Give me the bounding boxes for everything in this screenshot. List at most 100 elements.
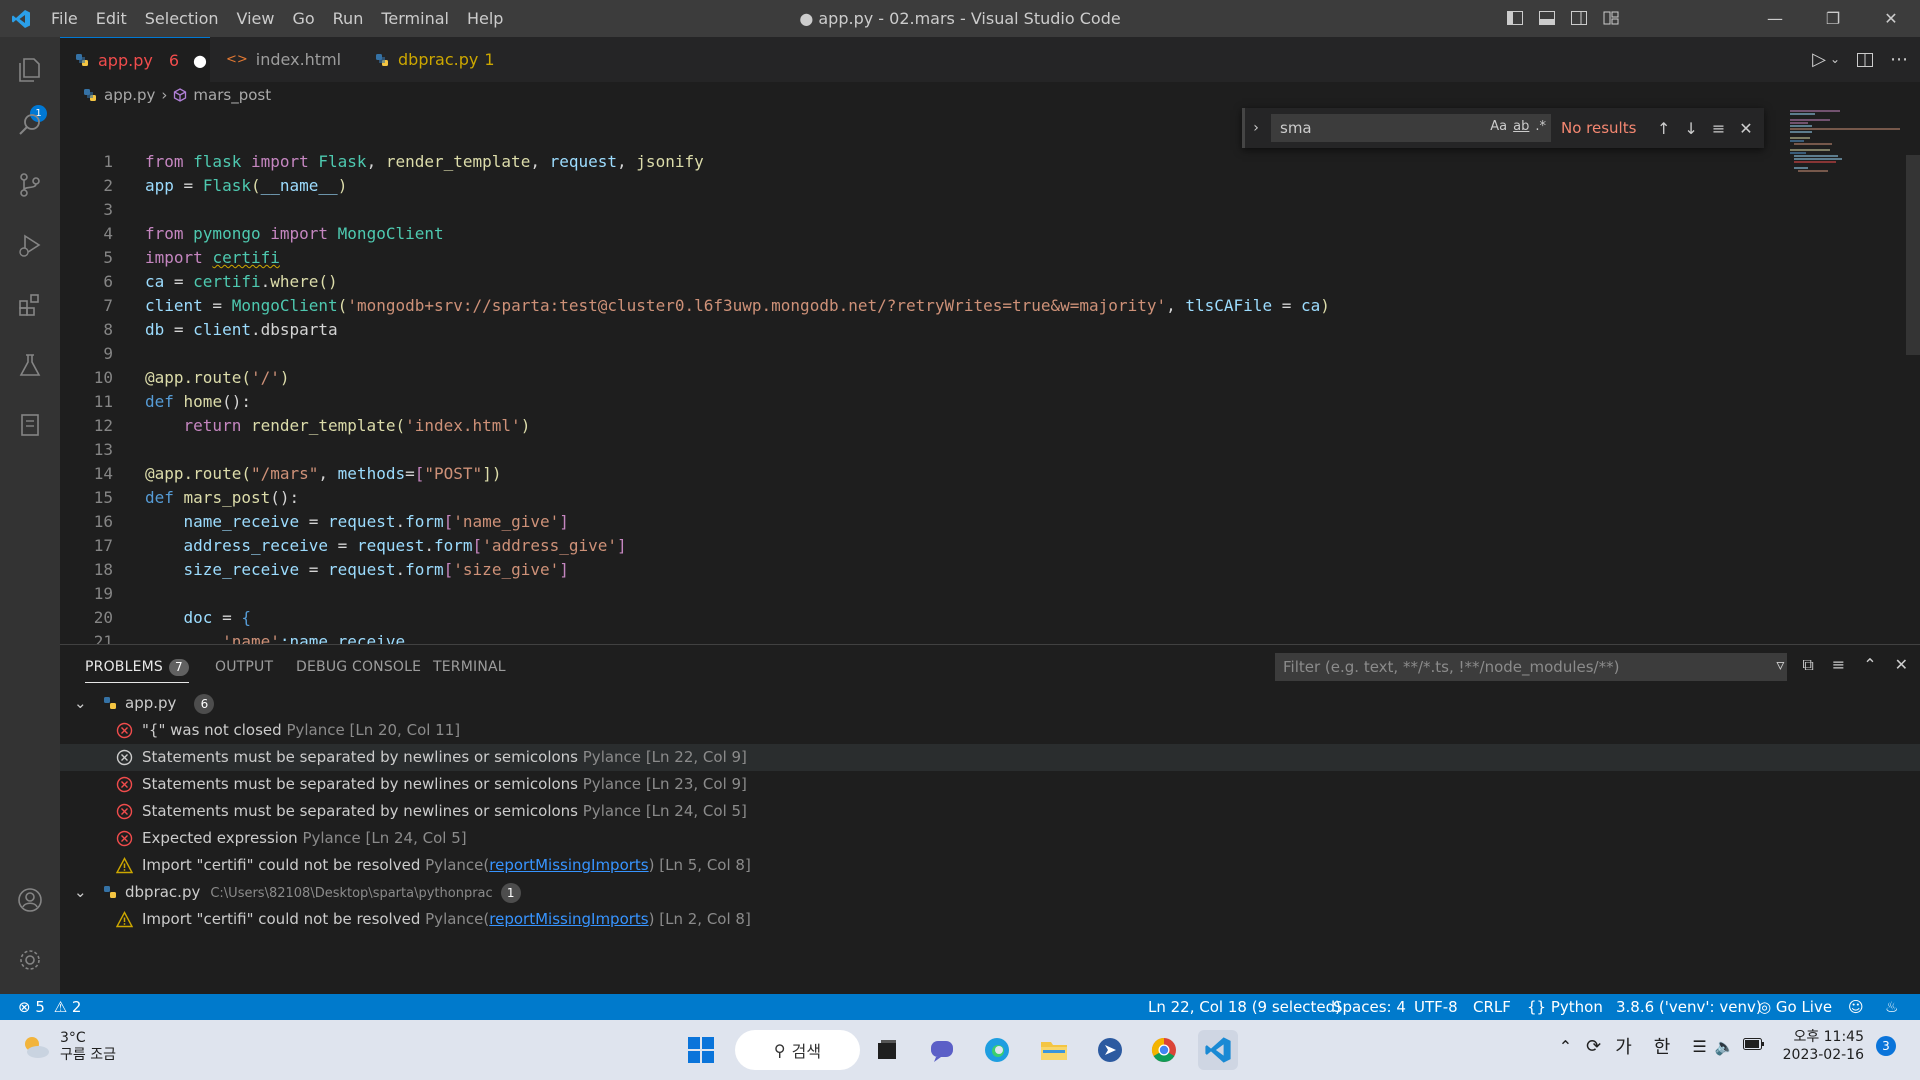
taskbar-search[interactable]: ⚲ 검색 — [735, 1030, 860, 1070]
find-query: sma — [1280, 119, 1312, 137]
python-interpreter[interactable]: 3.8.6 ('venv': venv) — [1616, 994, 1762, 1020]
menu-terminal[interactable]: Terminal — [372, 0, 458, 37]
editor-scrollbar[interactable] — [1906, 155, 1920, 355]
problem-row[interactable]: Statements must be separated by newlines… — [60, 771, 1920, 798]
tab-terminal[interactable]: TERMINAL — [433, 659, 506, 675]
collapse-all-icon[interactable]: ⧉ — [1802, 655, 1813, 675]
explorer-icon[interactable] — [12, 51, 48, 87]
volume-icon[interactable]: 🔈 — [1715, 1037, 1735, 1056]
run-debug-icon[interactable] — [12, 227, 48, 263]
menu-edit[interactable]: Edit — [87, 0, 136, 37]
windows-start-icon[interactable] — [681, 1030, 721, 1070]
match-case-icon[interactable]: Aa — [1490, 119, 1507, 134]
breadcrumb-symbol[interactable]: mars_post — [193, 86, 271, 104]
code-editor[interactable]: 1 from flask import Flask, render_templat… — [60, 108, 1920, 644]
accounts-icon[interactable] — [12, 882, 48, 918]
edge-browser-icon[interactable] — [977, 1030, 1017, 1070]
vscode-taskbar-icon[interactable] — [1198, 1030, 1238, 1070]
minimize-icon[interactable]: — — [1746, 0, 1804, 37]
broadcast-icon: ◎ — [1758, 998, 1772, 1016]
tab-problems[interactable]: PROBLEMS 7 — [85, 659, 189, 683]
settings-gear-icon[interactable] — [12, 942, 48, 978]
tab-index-html[interactable]: <> index.html — [210, 37, 360, 82]
menu-file[interactable]: File — [42, 0, 87, 37]
close-panel-icon[interactable]: ✕ — [1895, 655, 1908, 675]
previous-match-icon[interactable]: ↑ — [1657, 119, 1670, 138]
close-window-icon[interactable]: ✕ — [1862, 0, 1920, 37]
indentation[interactable]: Spaces: 4 — [1333, 994, 1406, 1020]
rule-link[interactable]: reportMissingImports — [489, 910, 648, 928]
ime-mode-indicator[interactable]: 한 — [1654, 1033, 1671, 1059]
close-find-icon[interactable]: ✕ — [1739, 119, 1752, 138]
teams-chat-icon[interactable] — [922, 1030, 962, 1070]
use-regex-icon[interactable]: .* — [1535, 119, 1546, 134]
maximize-panel-icon[interactable]: ⌃ — [1863, 655, 1876, 675]
testing-icon[interactable] — [12, 347, 48, 383]
menu-run[interactable]: Run — [324, 0, 373, 37]
show-hidden-icons-chevron-icon[interactable]: ⌃ — [1559, 1037, 1572, 1056]
restore-icon[interactable]: ❐ — [1804, 0, 1862, 37]
problems-filter-input[interactable]: Filter (e.g. text, **/*.ts, !**/node_mod… — [1275, 653, 1787, 681]
sync-icon[interactable]: ⟳ — [1586, 1036, 1601, 1057]
toggle-panel-icon[interactable] — [1538, 9, 1556, 27]
menu-selection[interactable]: Selection — [136, 0, 228, 37]
problem-group-app-py[interactable]: ⌄ app.py 6 — [60, 690, 1920, 717]
menu-go[interactable]: Go — [283, 0, 323, 37]
unsaved-dot-icon[interactable]: ● — [193, 51, 207, 70]
chevron-down-icon[interactable]: ⌄ — [1830, 52, 1840, 70]
cursor-position[interactable]: Ln 22, Col 18 (9 selected) — [1148, 994, 1341, 1020]
feedback-icon[interactable]: ☺ — [1848, 994, 1864, 1020]
error-icon — [116, 830, 133, 847]
more-actions-icon[interactable]: ⋯ — [1890, 49, 1908, 70]
wifi-icon[interactable]: ☰ — [1692, 1037, 1706, 1056]
weather-widget[interactable]: 3°C 구름 조금 — [20, 1030, 116, 1064]
problem-row[interactable]: Import "certifi" could not be resolved P… — [60, 906, 1920, 933]
task-view-icon[interactable] — [867, 1030, 907, 1070]
search-icon[interactable] — [12, 107, 48, 143]
filter-icon[interactable]: ▿ — [1776, 655, 1784, 675]
find-input[interactable]: sma Aa ab .* — [1271, 114, 1551, 142]
problems-status[interactable]: ⊗ 5 ⚠ 2 — [18, 994, 81, 1020]
toggle-primary-sidebar-icon[interactable] — [1506, 9, 1524, 27]
problem-row-selected[interactable]: Statements must be separated by newlines… — [60, 744, 1920, 771]
ime-korean-indicator[interactable]: 가 — [1615, 1033, 1632, 1059]
menu-view[interactable]: View — [228, 0, 284, 37]
rule-link[interactable]: reportMissingImports — [489, 856, 648, 874]
split-editor-icon[interactable] — [1856, 51, 1874, 69]
end-of-line[interactable]: CRLF — [1473, 994, 1511, 1020]
problem-row[interactable]: Expected expression Pylance [Ln 24, Col … — [60, 825, 1920, 852]
battery-icon[interactable] — [1742, 1038, 1765, 1054]
language-mode[interactable]: {} Python — [1527, 994, 1603, 1020]
extensions-icon[interactable] — [12, 287, 48, 323]
run-python-file-icon[interactable]: ▷ — [1812, 49, 1826, 70]
view-as-tree-icon[interactable]: ≡ — [1832, 655, 1845, 675]
problem-group-dbprac-py[interactable]: ⌄ dbprac.py C:\Users\82108\Desktop\sparta… — [60, 879, 1920, 906]
toggle-secondary-sidebar-icon[interactable] — [1570, 9, 1588, 27]
find-in-selection-icon[interactable]: ≡ — [1712, 119, 1725, 138]
next-match-icon[interactable]: ↓ — [1684, 119, 1697, 138]
tab-app-py[interactable]: app.py 6 ● — [60, 37, 210, 82]
minimap[interactable] — [1790, 108, 1905, 188]
menu-help[interactable]: Help — [458, 0, 512, 37]
tab-dbprac-py[interactable]: dbprac.py 1 — [360, 37, 520, 82]
notifications-bell-icon[interactable]: ♨ — [1885, 994, 1898, 1020]
notification-count-badge[interactable]: 3 — [1876, 1036, 1896, 1056]
customize-layout-icon[interactable] — [1602, 9, 1620, 27]
source-control-icon[interactable] — [12, 167, 48, 203]
problem-row[interactable]: Import "certifi" could not be resolved P… — [60, 852, 1920, 879]
go-live[interactable]: ◎ Go Live — [1758, 994, 1832, 1020]
problem-row[interactable]: "{" was not closed Pylance [Ln 20, Col 1… — [60, 717, 1920, 744]
chrome-browser-icon[interactable] — [1144, 1030, 1184, 1070]
tab-debug-console[interactable]: DEBUG CONSOLE — [296, 659, 421, 675]
encoding[interactable]: UTF-8 — [1414, 994, 1458, 1020]
tab-output[interactable]: OUTPUT — [215, 659, 273, 675]
pinned-app-icon[interactable] — [1090, 1030, 1130, 1070]
clock[interactable]: 오후 11:45 2023-02-16 — [1783, 1028, 1864, 1064]
match-whole-word-icon[interactable]: ab — [1513, 119, 1529, 134]
remote-explorer-icon[interactable] — [12, 407, 48, 443]
file-explorer-icon[interactable] — [1034, 1030, 1074, 1070]
toggle-replace-chevron-icon[interactable]: › — [1245, 120, 1267, 136]
code-line: 15 def mars_post(): — [60, 486, 1840, 510]
problem-row[interactable]: Statements must be separated by newlines… — [60, 798, 1920, 825]
breadcrumb-file[interactable]: app.py — [104, 86, 155, 104]
